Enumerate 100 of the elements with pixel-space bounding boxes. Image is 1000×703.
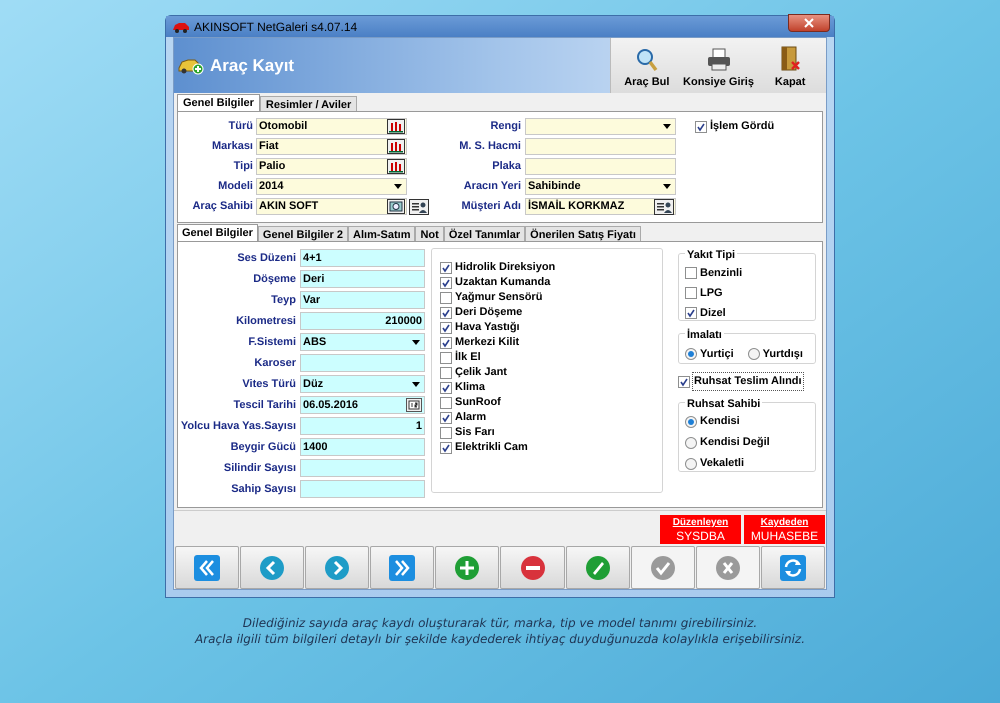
dropdown[interactable]: ABS [300,333,425,351]
checkbox-label: Hava Yastığı [455,320,520,336]
refresh-icon [780,554,806,580]
toolbar-button[interactable] [370,546,434,589]
tab[interactable]: Önerilen Satış Fiyatı [525,226,641,241]
input-field[interactable] [300,354,425,372]
input-field[interactable]: 1400 [300,438,425,456]
checkbox[interactable] [440,366,452,378]
toolbar-button[interactable]: Konsiye Giriş [682,38,754,93]
checkbox[interactable] [685,287,697,299]
checkbox[interactable] [440,336,452,348]
input-field[interactable]: 210000 [300,312,425,330]
dropdown[interactable]: 2014 [256,178,407,195]
field-label: Teyp [270,292,297,308]
radio-button[interactable] [685,348,697,360]
list-button-icon[interactable] [387,139,405,154]
input-field[interactable] [525,138,676,155]
checkbox[interactable] [685,267,697,279]
input-field[interactable]: Deri [300,270,425,288]
field-label: Döşeme [252,272,297,287]
input-field[interactable]: Palio [256,158,407,175]
toolbar-button[interactable]: Kapat [754,38,826,93]
checkbox[interactable] [440,306,452,318]
input-field[interactable]: Var [300,291,425,309]
field-label: Türü [228,119,254,134]
tab[interactable]: Resimler / Aviler [260,96,358,111]
field-label: Vites Türü [241,376,297,392]
radio-button[interactable] [685,436,697,448]
toolbar-button[interactable] [305,546,370,589]
checkbox[interactable] [440,382,452,394]
input-field[interactable]: İSMAİL KORKMAZ [525,198,676,215]
checkbox[interactable] [440,262,452,274]
caret-icon [663,124,671,129]
field-label: Silindir Sayısı [222,460,297,476]
tab[interactable]: Genel Bilgiler [177,94,260,111]
checkbox-label: Benzinli [700,266,742,281]
double-chevron-right-icon [389,554,416,580]
calendar-icon[interactable] [406,398,422,412]
checkbox-label: Yağmur Sensörü [455,290,542,306]
pencil-icon [584,554,611,580]
checkbox[interactable] [440,412,452,424]
radio-label: Kendisi Değil [700,435,770,450]
input-field[interactable] [525,158,676,175]
tab[interactable]: Alım-Satım [348,226,416,241]
dropdown[interactable]: Sahibinde [525,178,676,195]
checkbox[interactable] [440,396,452,408]
toolbar-button[interactable] [175,546,240,589]
toolbar-button[interactable]: Araç Bul [611,38,683,93]
input-field[interactable] [300,480,425,498]
toolbar-button[interactable] [500,546,565,589]
radio-label: Kendisi [700,414,740,430]
checkbox-label: Merkezi Kilit [455,335,520,350]
checkbox-label: Dizel [700,306,726,321]
car-logo-icon [172,20,190,32]
window-title: AKINSOFT NetGaleri s4.07.14 [194,18,358,36]
input-field[interactable]: AKIN SOFT [256,198,407,215]
person-card-icon[interactable] [409,198,429,214]
radio-button[interactable] [685,458,697,470]
input-field[interactable] [300,459,425,477]
caption-text: Araçla ilgili tüm bilgileri detaylı bir şekilde kaydederek ihtiyaç duyduğunuzda kolaylıkla erişebilirsiniz. [194,631,806,647]
input-field[interactable]: Fiat [256,138,407,155]
close-button[interactable] [788,14,830,32]
checkbox[interactable] [440,352,452,364]
tab[interactable]: Not [415,226,444,241]
list-button-icon[interactable] [387,159,405,174]
checkbox-label: Alarm [455,410,486,426]
field-label: M. S. Hacmi [458,139,522,154]
page-title: Araç Kayıt [210,54,294,77]
checkbox-label: Hidrolik Direksiyon [455,260,556,276]
tab[interactable]: Genel Bilgiler 2 [258,226,348,241]
tab[interactable]: Özel Tanımlar [444,226,526,241]
field-label: Plaka [491,159,522,174]
checkbox[interactable] [440,292,452,304]
input-field[interactable]: 4+1 [300,249,425,267]
checkbox[interactable] [678,376,690,388]
toolbar-button[interactable] [760,546,825,589]
radio-button[interactable] [748,348,760,360]
input-field[interactable]: Otomobil [256,118,407,135]
input-field[interactable]: 06.05.2016 [300,396,425,414]
toolbar-button[interactable] [566,546,630,589]
checkbox[interactable] [440,442,452,454]
list-button-icon[interactable] [387,119,405,134]
checkbox[interactable] [685,307,697,319]
input-field[interactable]: 1 [300,417,425,435]
checkbox-label: LPG [700,286,723,301]
toolbar-button[interactable] [435,546,500,589]
person-card-icon[interactable] [654,198,674,214]
checkbox[interactable] [440,322,452,334]
checkbox[interactable] [440,276,452,288]
field-label: Araç Sahibi [191,199,254,214]
checkbox-label: Sis Farı [455,425,495,440]
camera-icon[interactable] [387,199,405,214]
tab[interactable]: Genel Bilgiler [177,224,258,241]
checkbox[interactable] [695,120,707,132]
caret-icon [412,382,420,386]
toolbar-button[interactable] [240,546,304,589]
radio-button[interactable] [685,416,697,428]
checkbox[interactable] [440,426,452,438]
dropdown[interactable]: Düz [300,375,425,393]
radio-label: Vekaletli [700,456,744,472]
